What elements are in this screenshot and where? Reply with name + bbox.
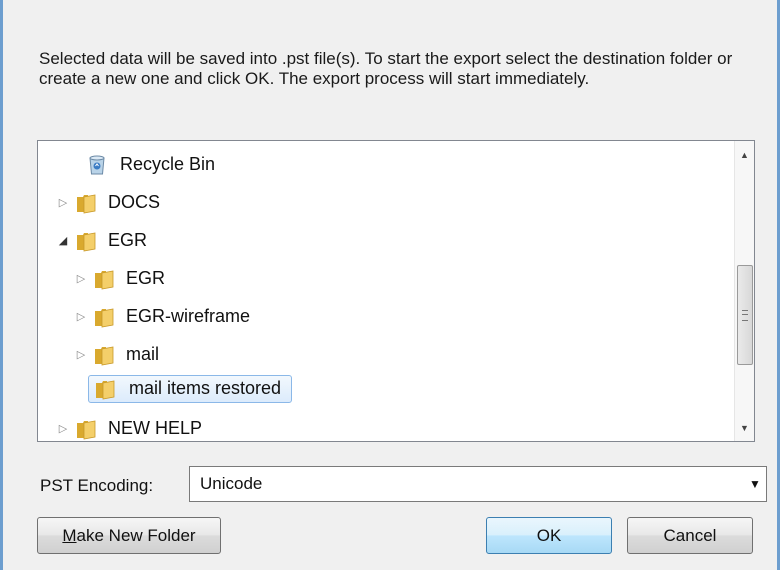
expand-arrow-icon[interactable]: ▷ <box>74 310 88 324</box>
tree-item-label: mail <box>126 344 160 364</box>
folder-tree-items: Recycle Bin ▷ DOCS ◢ EGR ▷ EGR ▷ EGR-wir… <box>38 141 735 441</box>
tree-item-label: EGR <box>108 230 148 250</box>
mnemonic-letter: M <box>62 525 77 545</box>
folder-icon <box>93 378 117 400</box>
scroll-up-arrow-icon[interactable]: ▲ <box>735 145 754 164</box>
tree-item-egr-sub[interactable]: ▷ EGR <box>74 263 171 294</box>
folder-icon <box>74 192 98 214</box>
cancel-button[interactable]: Cancel <box>627 517 753 554</box>
ok-button[interactable]: OK <box>486 517 612 554</box>
dialog-client-area: Selected data will be saved into .pst fi… <box>3 0 777 570</box>
tree-item-label: NEW HELP <box>108 418 203 438</box>
export-dialog: Selected data will be saved into .pst fi… <box>0 0 780 570</box>
dropdown-arrow-icon[interactable]: ▼ <box>744 477 766 491</box>
scrollbar-thumb[interactable] <box>737 265 753 365</box>
scrollbar-grip-icon <box>742 310 748 321</box>
instruction-text: Selected data will be saved into .pst fi… <box>39 49 733 88</box>
button-label: ake New Folder <box>76 525 196 545</box>
tree-expander-spacer <box>68 158 82 172</box>
tree-item-egr-wireframe[interactable]: ▷ EGR-wireframe <box>74 301 256 332</box>
tree-item-mail[interactable]: ▷ mail <box>74 339 165 370</box>
button-label: OK <box>536 525 562 545</box>
tree-item-label: mail items restored <box>129 378 282 398</box>
expand-arrow-icon[interactable]: ▷ <box>56 196 70 210</box>
expand-arrow-icon[interactable]: ▷ <box>74 348 88 362</box>
button-label: Cancel <box>663 525 717 545</box>
collapse-arrow-icon[interactable]: ◢ <box>56 234 70 248</box>
selection-highlight: mail items restored <box>88 374 293 403</box>
tree-item-docs[interactable]: ▷ DOCS <box>56 187 166 218</box>
recycle-bin-icon <box>86 154 110 176</box>
tree-item-new-help[interactable]: ▷ NEW HELP <box>56 413 208 441</box>
folder-icon <box>74 418 98 440</box>
tree-item-label: Recycle Bin <box>120 154 216 174</box>
pst-encoding-value: Unicode <box>200 474 263 493</box>
make-new-folder-button[interactable]: Make New Folder <box>37 517 221 554</box>
folder-icon <box>92 344 116 366</box>
tree-expander-spacer <box>74 382 88 396</box>
folder-icon <box>74 230 98 252</box>
pst-encoding-select[interactable]: Unicode ▼ <box>189 466 767 502</box>
tree-item-recycle-bin[interactable]: Recycle Bin <box>68 149 221 180</box>
scroll-down-arrow-icon[interactable]: ▼ <box>735 418 754 437</box>
tree-item-label: EGR-wireframe <box>126 306 251 326</box>
vertical-scrollbar[interactable]: ▲ ▼ <box>734 141 754 441</box>
folder-icon <box>92 306 116 328</box>
tree-item-egr[interactable]: ◢ EGR <box>56 225 153 256</box>
tree-item-mail-items-restored[interactable]: mail items restored <box>74 373 293 404</box>
folder-tree[interactable]: Recycle Bin ▷ DOCS ◢ EGR ▷ EGR ▷ EGR-wir… <box>37 140 755 442</box>
tree-item-label: DOCS <box>108 192 161 212</box>
expand-arrow-icon[interactable]: ▷ <box>56 422 70 436</box>
expand-arrow-icon[interactable]: ▷ <box>74 272 88 286</box>
folder-icon <box>92 268 116 290</box>
pst-encoding-label: PST Encoding: <box>40 476 154 495</box>
tree-item-label: EGR <box>126 268 166 288</box>
